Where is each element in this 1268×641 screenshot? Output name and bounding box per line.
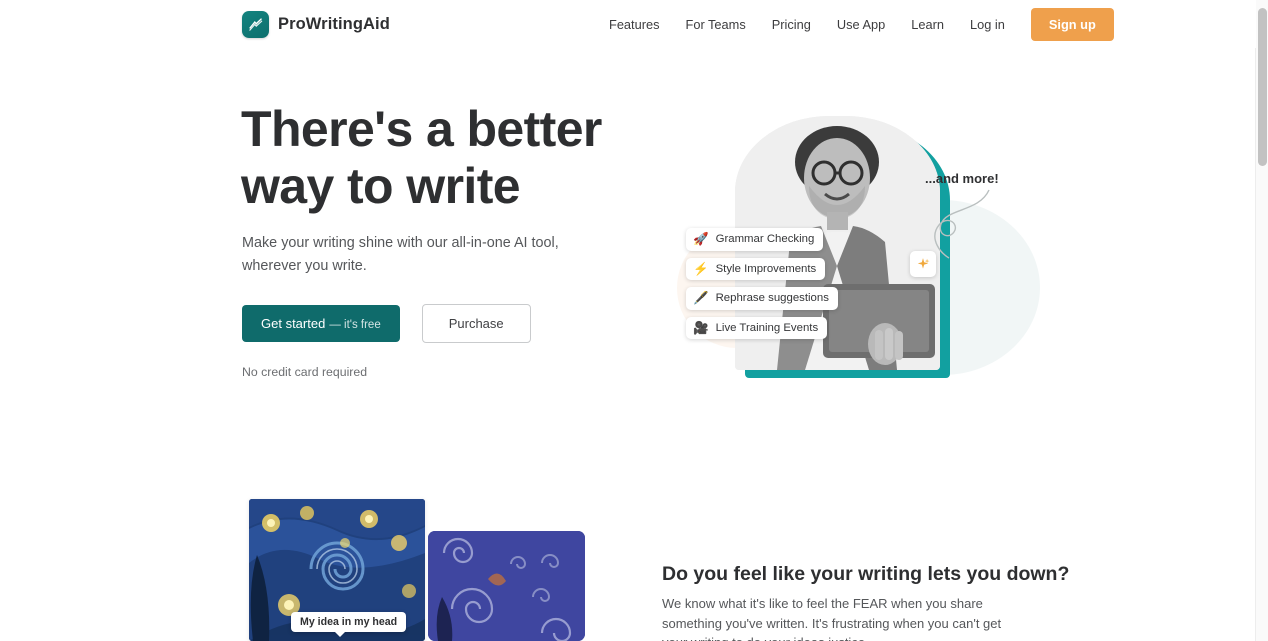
nav-item-use-app[interactable]: Use App [824,11,898,38]
hero-title: There's a better way to write [241,101,661,215]
feature-chip-label: Grammar Checking [715,233,815,246]
feature-chip-label: Live Training Events [715,321,819,334]
get-started-free-suffix: — it's free [329,319,381,331]
feature-chip-live-training-events[interactable]: 🎥 Live Training Events [686,316,828,339]
video-camera-icon: 🎥 [693,320,709,335]
nav-item-pricing[interactable]: Pricing [759,11,824,38]
feature-chip-label: Rephrase suggestions [715,292,829,305]
brand-name: ProWritingAid [278,15,390,33]
nav-item-log-in[interactable]: Log in [957,11,1018,38]
site-header: ProWritingAid Features For Teams Pricing… [0,0,1256,48]
get-started-button[interactable]: Get started — it's free [242,305,400,342]
feature-chip-label: Style Improvements [715,262,817,275]
nav-item-features[interactable]: Features [596,11,673,38]
hero-cta-row: Get started — it's free Purchase [242,304,531,343]
feature-chip-rephrase-suggestions[interactable]: 🖋️ Rephrase suggestions [686,287,838,310]
scrollbar-thumb[interactable] [1258,8,1267,166]
child-drawing-image [428,531,585,641]
feature-chip-style-improvements[interactable]: ⚡ Style Improvements [686,257,826,280]
get-started-label: Get started [261,316,326,331]
and-more-label: ...and more! [925,171,999,186]
section-body: We know what it's like to feel the FEAR … [662,596,1002,641]
book-check-logo-icon [242,11,269,38]
hero-title-line-1: There's a better [241,101,602,157]
rocket-icon: 🚀 [693,232,709,246]
hero-illustration: 🚀 Grammar Checking ⚡ Style Improvements … [655,88,1055,388]
nav-item-for-teams[interactable]: For Teams [673,11,759,38]
pen-wand-icon: 🖋️ [693,291,709,305]
section-title: Do you feel like your writing lets you d… [662,563,1070,585]
main-navigation: Features For Teams Pricing Use App Learn… [596,0,1114,48]
purchase-button[interactable]: Purchase [421,304,531,343]
brand-logo[interactable]: ProWritingAid [242,11,390,38]
feature-chip-list: 🚀 Grammar Checking ⚡ Style Improvements … [686,228,838,346]
hero-subtitle: Make your writing shine with our all-in-… [242,235,559,274]
sign-up-button[interactable]: Sign up [1030,7,1114,41]
hero-title-line-2: way to write [241,158,521,214]
art-caption: My idea in my head [291,612,407,637]
landing-page: ProWritingAid Features For Teams Pricing… [0,0,1268,641]
page-scrollbar[interactable] [1255,0,1268,641]
no-credit-card-note: No credit card required [242,365,368,379]
nav-item-learn[interactable]: Learn [898,11,957,38]
lightning-icon: ⚡ [693,261,709,276]
curved-arrow-icon [934,189,990,259]
feature-chip-grammar-checking[interactable]: 🚀 Grammar Checking [686,228,824,251]
